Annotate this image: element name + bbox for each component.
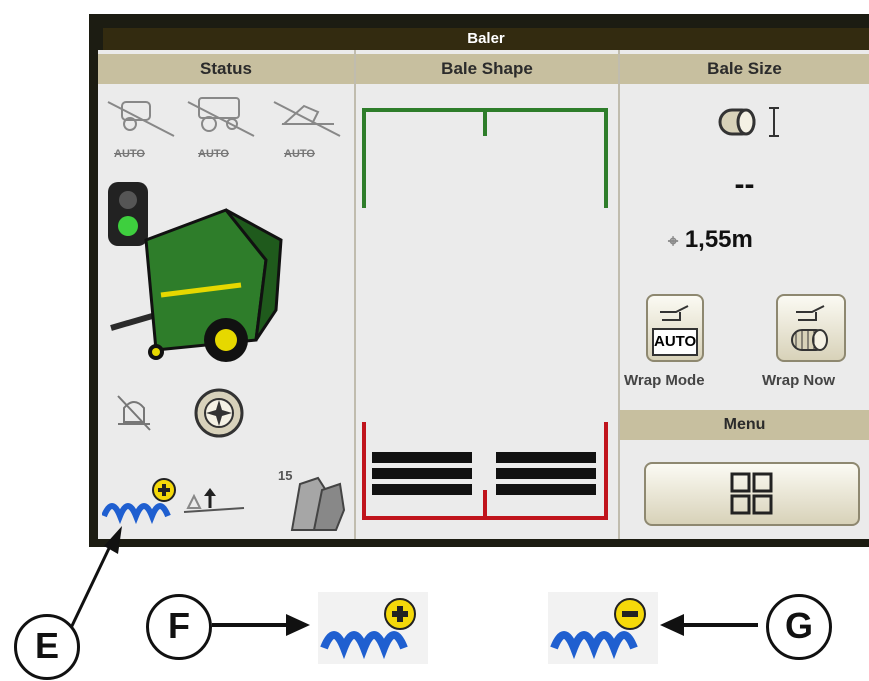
wrap-now-button[interactable] <box>776 294 846 362</box>
status-panel: Status AUTO AUTO AUTO 15 <box>98 50 354 539</box>
wrap-mode-label: Wrap Mode <box>624 372 705 389</box>
callout-f-arrow <box>212 614 310 636</box>
callout-e-arrow <box>68 526 122 631</box>
menu-button[interactable] <box>644 462 860 526</box>
bale-shape-panel: Bale Shape <box>356 50 618 539</box>
bale-shape-diagram <box>362 108 608 520</box>
bale-counter-icon <box>290 476 346 531</box>
wrap-mode-badge: AUTO <box>652 328 698 356</box>
bale-size-header: Bale Size <box>620 54 869 84</box>
bale-shape-header: Bale Shape <box>356 54 618 84</box>
rotor-icon <box>194 388 244 438</box>
target-size-value: 1,55m <box>684 226 753 253</box>
net-wrap-plus-icon <box>318 592 428 664</box>
wrap-mode-button[interactable]: AUTO <box>646 294 704 362</box>
grid-menu-icon <box>730 472 773 515</box>
baler-machine-icon <box>110 208 283 362</box>
hand-pointer-icon <box>796 305 825 321</box>
window-title: Baler <box>103 28 869 50</box>
callout-g: G <box>766 594 832 660</box>
main-panels: Status AUTO AUTO AUTO 15 Bale Shape Bale… <box>98 50 869 539</box>
bale-size-panel: Bale Size -- ⌖ 1,55m AUTO Wrap Mode Wrap… <box>620 50 869 539</box>
callout-f: F <box>146 594 212 660</box>
alarm-muted-icon <box>117 395 151 431</box>
auto-label-3: AUTO <box>284 148 315 160</box>
pickup-raise-icon <box>183 488 245 513</box>
bale-size-value: -- <box>734 168 755 201</box>
wrap-now-label: Wrap Now <box>762 372 836 389</box>
net-wrap-plus-icon[interactable] <box>102 476 182 526</box>
net-bale-icon <box>791 329 828 351</box>
hand-pointer-icon <box>660 305 689 321</box>
callout-g-arrow <box>660 614 758 636</box>
target-icon: ⌖ <box>668 231 679 251</box>
auto-label-1: AUTO <box>114 148 145 160</box>
status-header: Status <box>98 54 354 84</box>
net-wrap-minus-icon <box>548 592 658 664</box>
target-size: ⌖ 1,55m <box>668 226 753 254</box>
callout-e: E <box>14 614 80 680</box>
menu-header: Menu <box>620 410 869 440</box>
auto-label-2: AUTO <box>198 148 229 160</box>
bale-size-icon <box>718 107 779 137</box>
